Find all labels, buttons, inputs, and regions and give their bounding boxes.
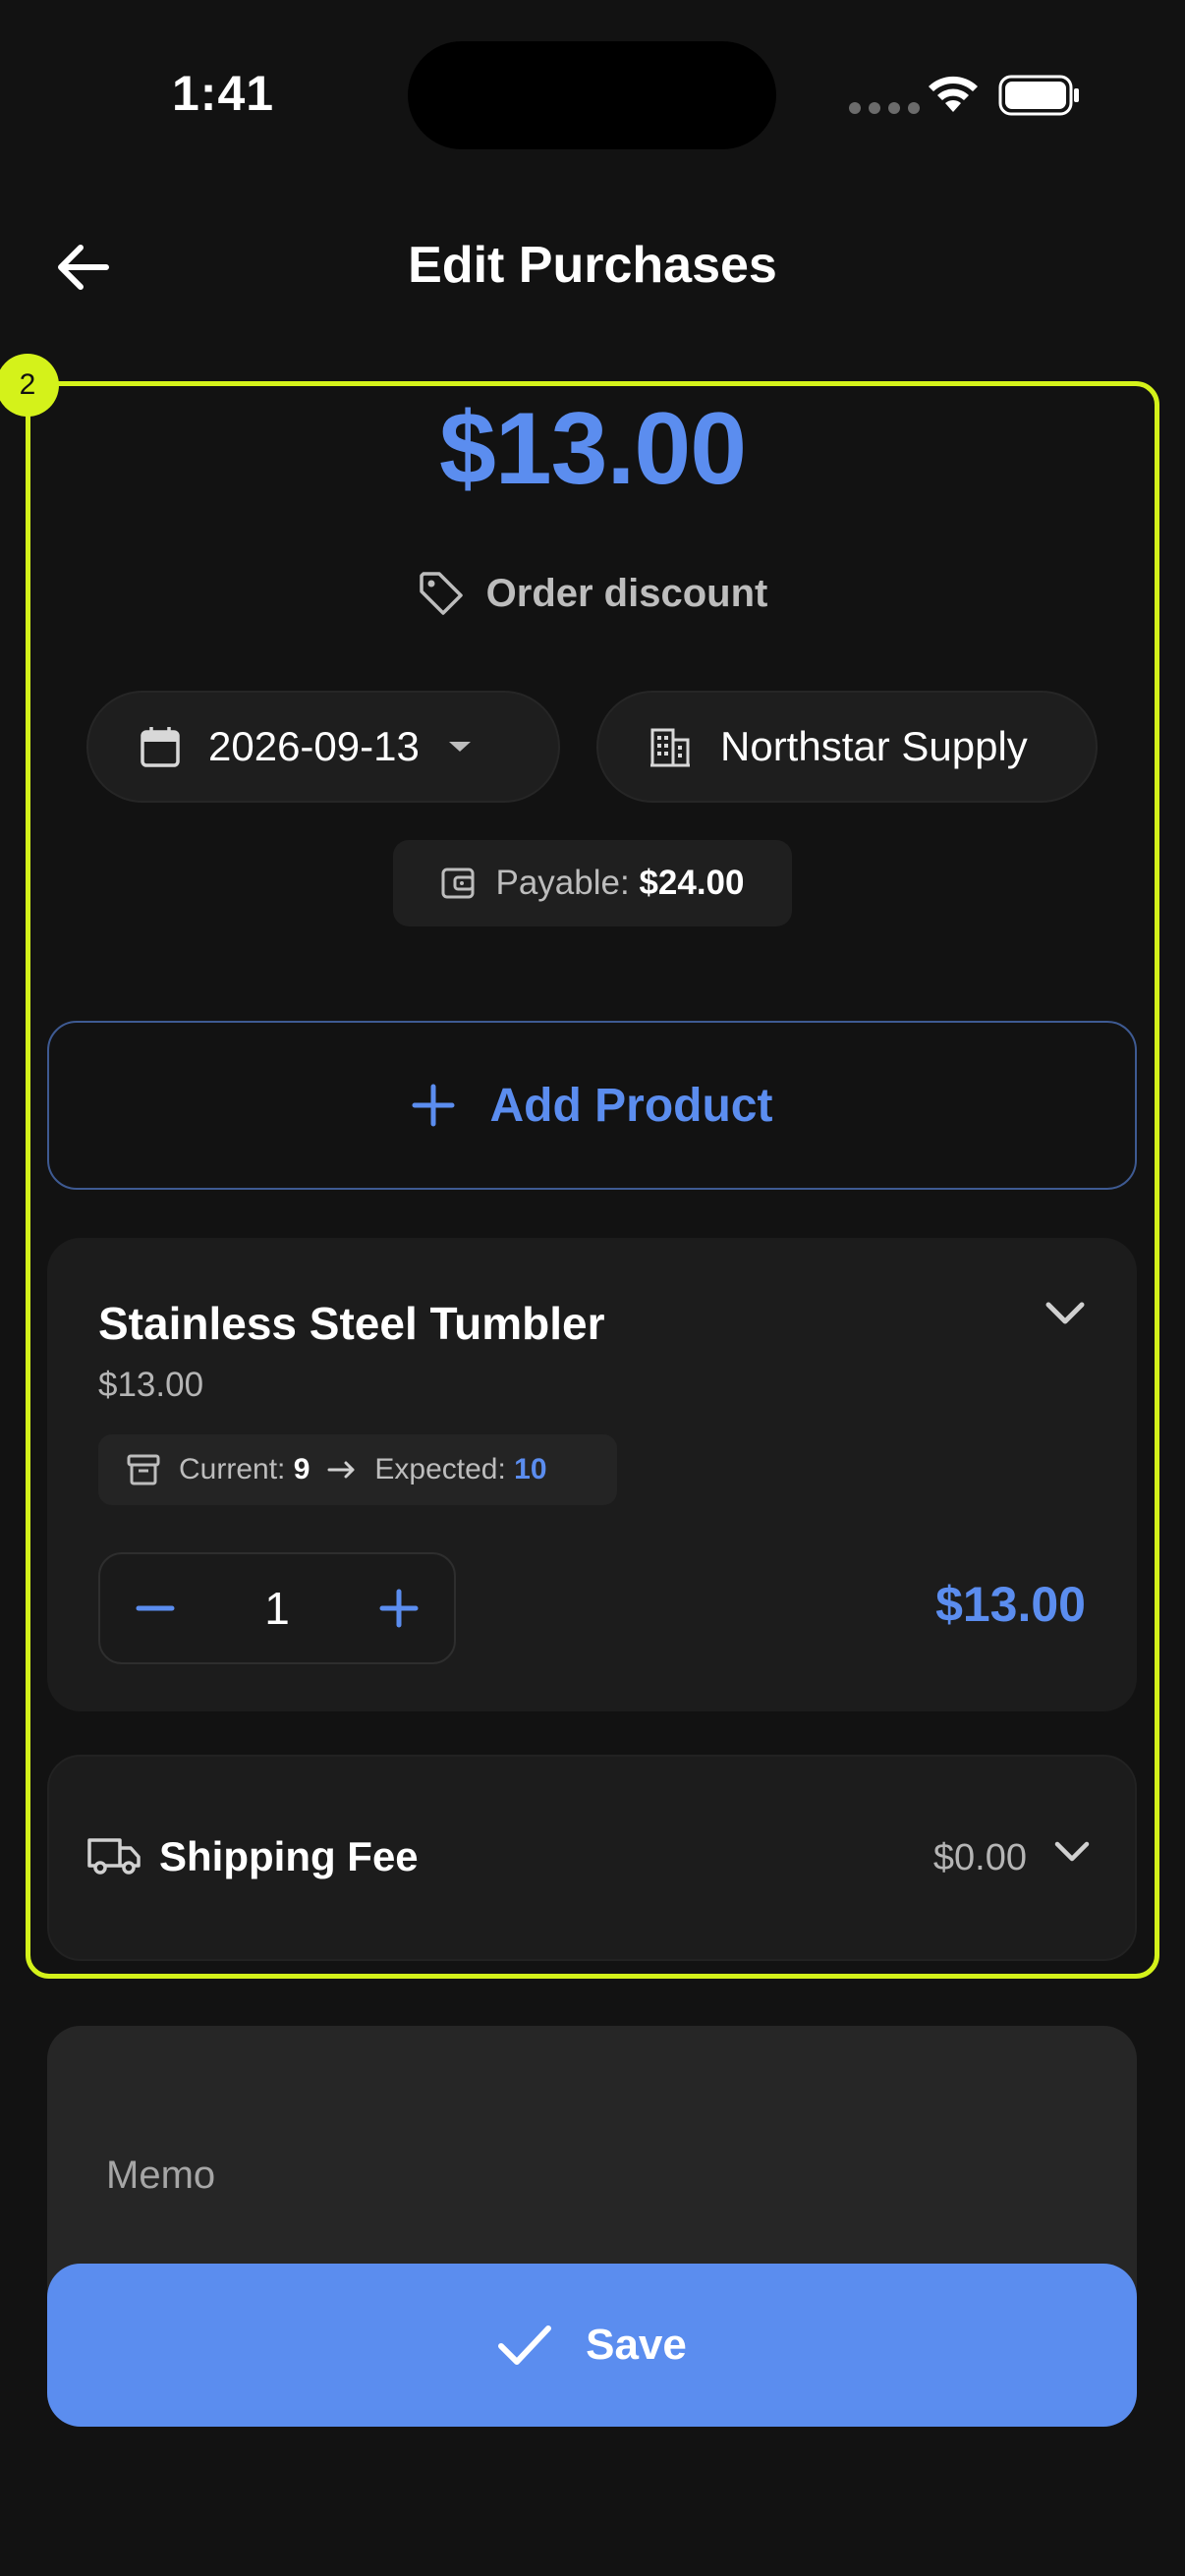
plus-icon bbox=[412, 1084, 454, 1127]
plus-icon[interactable] bbox=[379, 1589, 419, 1628]
minus-icon[interactable] bbox=[136, 1589, 175, 1628]
product-line-total: $13.00 bbox=[935, 1577, 1086, 1632]
order-discount-button[interactable]: Order discount bbox=[0, 570, 1185, 617]
wifi-icon bbox=[929, 76, 978, 112]
quantity-value[interactable]: 1 bbox=[264, 1582, 290, 1635]
caret-down-icon bbox=[448, 742, 471, 752]
battery-icon bbox=[998, 75, 1079, 116]
memo-placeholder: Memo bbox=[106, 2154, 216, 2197]
cellular-signal-icon bbox=[849, 102, 920, 114]
add-product-label: Add Product bbox=[489, 1079, 773, 1132]
total-amount: $13.00 bbox=[438, 392, 747, 506]
product-card: Stainless Steel Tumbler $13.00 Current: … bbox=[47, 1238, 1137, 1711]
quantity-stepper: 1 bbox=[98, 1552, 456, 1664]
payable-label: Payable: bbox=[495, 864, 630, 902]
supplier-selector[interactable]: Northstar Supply bbox=[596, 691, 1098, 803]
shipping-fee-label: Shipping Fee bbox=[159, 1833, 419, 1879]
page-title: Edit Purchases bbox=[408, 237, 777, 294]
stock-current-label: Current: bbox=[179, 1453, 286, 1485]
product-unit-price: $13.00 bbox=[98, 1366, 204, 1404]
save-label: Save bbox=[586, 2321, 687, 2369]
status-time: 1:41 bbox=[172, 66, 275, 121]
calendar-icon bbox=[141, 727, 180, 767]
arrow-right-icon bbox=[327, 1461, 355, 1479]
tag-icon bbox=[419, 572, 463, 615]
stock-expected-label: Expected: bbox=[374, 1453, 506, 1485]
date-value: 2026-09-13 bbox=[208, 723, 420, 769]
dynamic-island bbox=[408, 41, 776, 149]
archive-box-icon bbox=[127, 1454, 160, 1485]
checkmark-icon bbox=[498, 2325, 552, 2365]
date-picker[interactable]: 2026-09-13 bbox=[86, 691, 560, 803]
stock-expected-value: 10 bbox=[514, 1453, 547, 1485]
shipping-fee-value: $0.00 bbox=[932, 1837, 1027, 1878]
building-icon bbox=[650, 728, 690, 767]
chevron-down-icon bbox=[1054, 1841, 1090, 1862]
stock-current-value: 9 bbox=[293, 1453, 310, 1485]
save-button[interactable]: Save bbox=[47, 2264, 1137, 2427]
supplier-name: Northstar Supply bbox=[720, 723, 1028, 769]
payable-badge: Payable: $24.00 bbox=[393, 840, 792, 926]
add-product-button[interactable]: Add Product bbox=[47, 1021, 1137, 1190]
stock-info: Current: 9 Expected: 10 bbox=[98, 1434, 617, 1505]
chevron-down-icon[interactable] bbox=[1044, 1301, 1086, 1326]
edit-purchases-screen: 1:41 Edit Purchases 2 $13.00 Order disco… bbox=[0, 0, 1185, 2576]
truck-icon bbox=[87, 1838, 141, 1875]
product-name: Stainless Steel Tumbler bbox=[98, 1298, 605, 1349]
payable-value: $24.00 bbox=[639, 864, 745, 902]
wallet-icon bbox=[441, 868, 475, 899]
shipping-fee-row[interactable]: Shipping Fee $0.00 bbox=[47, 1755, 1137, 1961]
order-discount-label: Order discount bbox=[485, 571, 768, 615]
